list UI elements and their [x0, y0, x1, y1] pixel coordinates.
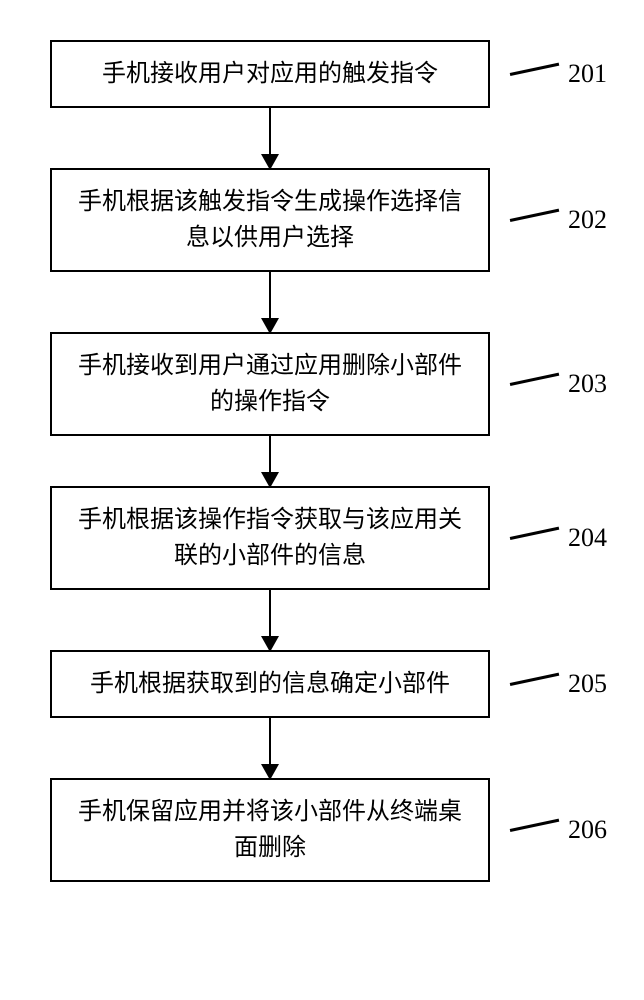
step-row-204: 手机根据该操作指令获取与该应用关联的小部件的信息 204 — [50, 486, 594, 590]
arrow-icon — [269, 108, 272, 168]
step-text: 手机根据该操作指令获取与该应用关联的小部件的信息 — [72, 502, 468, 574]
arrow-icon — [269, 436, 272, 486]
label-connector — [510, 672, 559, 685]
label-number: 203 — [568, 369, 607, 399]
step-box-204: 手机根据该操作指令获取与该应用关联的小部件的信息 — [50, 486, 490, 590]
step-row-202: 手机根据该触发指令生成操作选择信息以供用户选择 202 — [50, 168, 594, 272]
step-label-204: 204 — [510, 523, 607, 553]
step-box-206: 手机保留应用并将该小部件从终端桌面删除 — [50, 778, 490, 882]
step-box-205: 手机根据获取到的信息确定小部件 — [50, 650, 490, 718]
step-row-206: 手机保留应用并将该小部件从终端桌面删除 206 — [50, 778, 594, 882]
step-label-202: 202 — [510, 205, 607, 235]
arrow-5-6 — [50, 718, 490, 778]
step-box-202: 手机根据该触发指令生成操作选择信息以供用户选择 — [50, 168, 490, 272]
label-connector — [510, 62, 559, 75]
step-text: 手机根据获取到的信息确定小部件 — [90, 666, 450, 702]
label-number: 206 — [568, 815, 607, 845]
label-connector — [510, 526, 559, 539]
step-box-201: 手机接收用户对应用的触发指令 — [50, 40, 490, 108]
label-number: 205 — [568, 669, 607, 699]
step-text: 手机根据该触发指令生成操作选择信息以供用户选择 — [72, 184, 468, 256]
label-number: 204 — [568, 523, 607, 553]
label-connector — [510, 372, 559, 385]
step-label-203: 203 — [510, 369, 607, 399]
arrow-1-2 — [50, 108, 490, 168]
label-connector — [510, 208, 559, 221]
arrow-3-4 — [50, 436, 490, 486]
label-number: 202 — [568, 205, 607, 235]
step-text: 手机接收到用户通过应用删除小部件的操作指令 — [72, 348, 468, 420]
arrow-icon — [269, 718, 272, 778]
step-box-203: 手机接收到用户通过应用删除小部件的操作指令 — [50, 332, 490, 436]
flowchart-container: 手机接收用户对应用的触发指令 201 手机根据该触发指令生成操作选择信息以供用户… — [50, 40, 594, 882]
arrow-icon — [269, 272, 272, 332]
step-row-201: 手机接收用户对应用的触发指令 201 — [50, 40, 594, 108]
arrow-4-5 — [50, 590, 490, 650]
step-row-205: 手机根据获取到的信息确定小部件 205 — [50, 650, 594, 718]
step-row-203: 手机接收到用户通过应用删除小部件的操作指令 203 — [50, 332, 594, 436]
label-connector — [510, 818, 559, 831]
step-label-206: 206 — [510, 815, 607, 845]
step-text: 手机接收用户对应用的触发指令 — [102, 56, 438, 92]
step-label-201: 201 — [510, 59, 607, 89]
label-number: 201 — [568, 59, 607, 89]
step-text: 手机保留应用并将该小部件从终端桌面删除 — [72, 794, 468, 866]
arrow-icon — [269, 590, 272, 650]
arrow-2-3 — [50, 272, 490, 332]
step-label-205: 205 — [510, 669, 607, 699]
